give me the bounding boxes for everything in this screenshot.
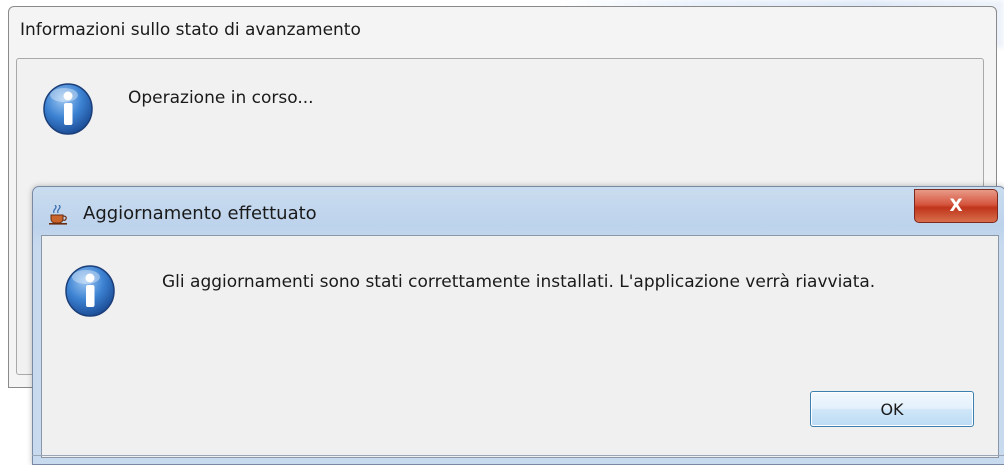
info-icon [43, 83, 93, 135]
update-dialog-message: Gli aggiornamenti sono stati correttamen… [162, 272, 876, 292]
close-button[interactable]: X [914, 189, 998, 223]
update-dialog-title: Aggiornamento effettuato [83, 203, 317, 224]
progress-dialog-title: Informazioni sullo stato di avanzamento [20, 20, 361, 40]
ok-button[interactable]: OK [810, 391, 974, 427]
java-cup-icon [49, 205, 67, 225]
progress-dialog-message: Operazione in corso... [128, 88, 314, 108]
info-icon [65, 265, 115, 317]
dialog-bottom-edge [32, 455, 1004, 456]
